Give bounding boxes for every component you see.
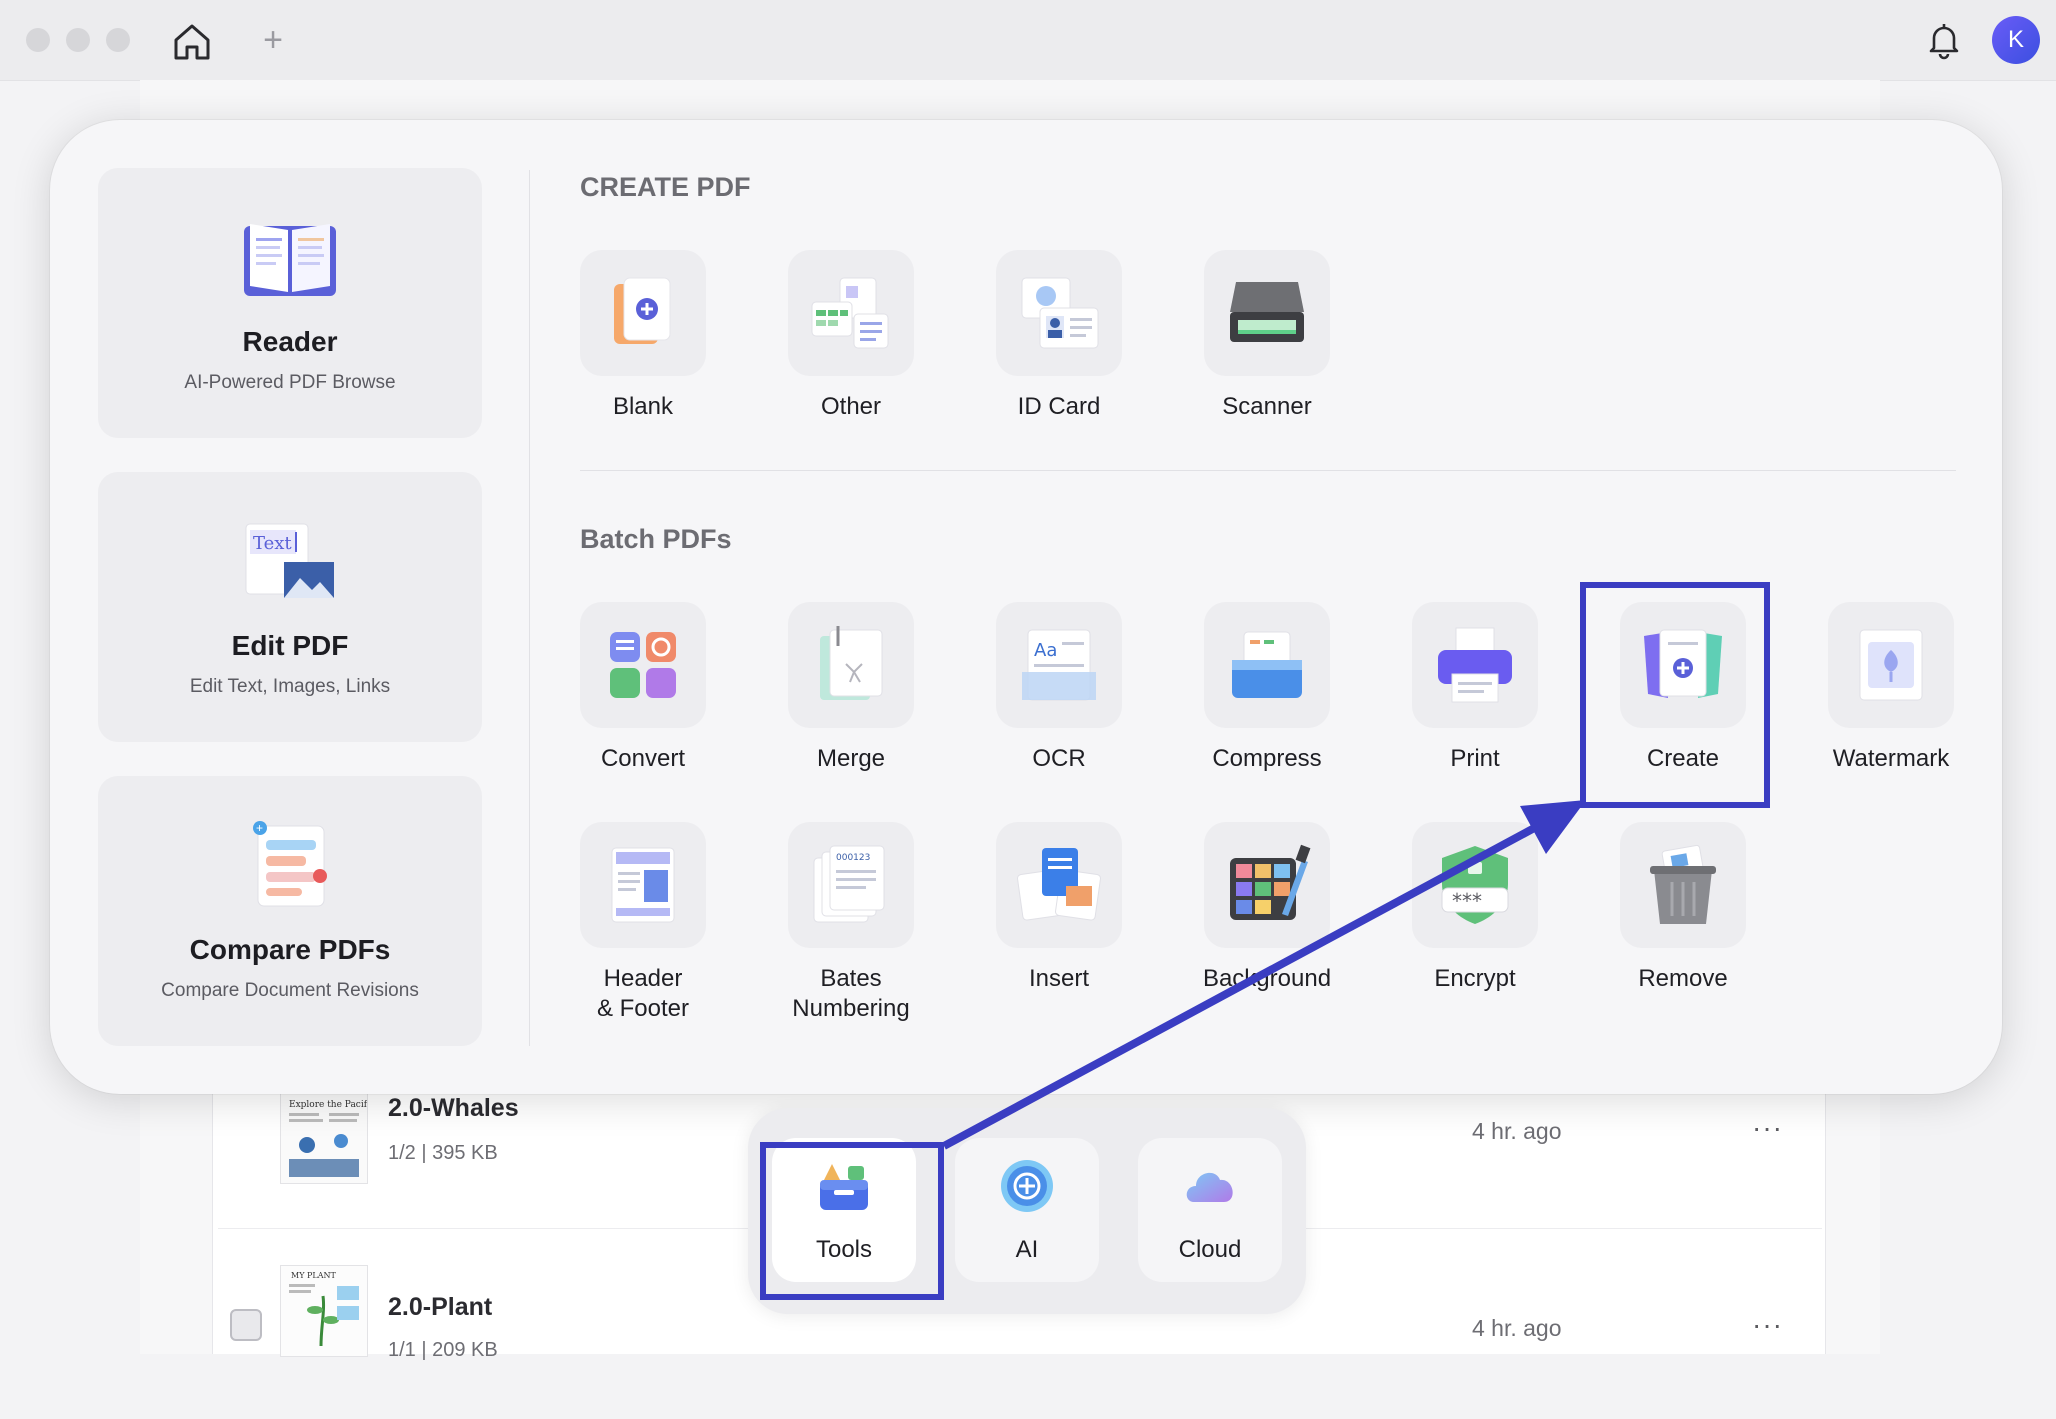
home-icon[interactable] xyxy=(170,20,214,64)
dock-cloud[interactable]: Cloud xyxy=(1138,1138,1282,1282)
card-title: Edit PDF xyxy=(231,630,349,661)
tool-convert[interactable]: Convert xyxy=(558,602,728,782)
file-meta: 1/2 | 395 KB xyxy=(388,1142,498,1164)
tools-highlight-box xyxy=(760,1142,944,1300)
dock-ai[interactable]: AI xyxy=(955,1138,1099,1282)
tool-encrypt[interactable]: *** Encrypt xyxy=(1390,822,1560,1002)
encrypt-icon-text: *** xyxy=(1452,889,1482,913)
tool-label: OCR xyxy=(1032,745,1086,772)
book-icon xyxy=(240,212,340,302)
reader-card[interactable]: Reader AI-Powered PDF Browse xyxy=(98,168,482,438)
compare-icon: + xyxy=(240,820,340,910)
tool-header-footer[interactable]: Header & Footer xyxy=(558,822,728,1022)
encrypt-icon: *** xyxy=(1412,822,1538,948)
batch-pdfs-heading: Batch PDFs xyxy=(580,524,732,554)
svg-text:+: + xyxy=(256,821,263,835)
create-highlight-box xyxy=(1580,582,1770,808)
file-modified-time: 4 hr. ago xyxy=(1472,1315,1562,1341)
remove-icon xyxy=(1620,822,1746,948)
tool-other[interactable]: Other xyxy=(766,250,936,430)
tool-blank[interactable]: Blank xyxy=(558,250,728,430)
tool-ocr[interactable]: Aa OCR xyxy=(974,602,1144,782)
tool-label: Scanner xyxy=(1222,393,1312,420)
tool-compress[interactable]: Compress xyxy=(1182,602,1352,782)
tool-label: Bates Numbering xyxy=(792,965,910,1022)
blank-page-icon xyxy=(580,250,706,376)
background-icon xyxy=(1204,822,1330,948)
tool-label: Merge xyxy=(816,745,886,772)
file-name[interactable]: 2.0-Plant xyxy=(388,1293,492,1322)
window-close-button[interactable] xyxy=(26,28,50,52)
file-thumbnail: Explore the Pacific xyxy=(280,1092,368,1184)
tool-watermark[interactable]: Watermark xyxy=(1806,602,1976,782)
scanner-icon xyxy=(1204,250,1330,376)
bates-numbering-icon: 000123 xyxy=(788,822,914,948)
id-card-icon xyxy=(996,250,1122,376)
tool-remove[interactable]: Remove xyxy=(1598,822,1768,1002)
edit-text-image-icon: Text xyxy=(240,516,340,606)
cloud-icon xyxy=(1186,1172,1233,1202)
edit-pdf-card[interactable]: Text Edit PDF Edit Text, Images, Links xyxy=(98,472,482,742)
tool-merge[interactable]: Merge xyxy=(766,602,936,782)
section-divider xyxy=(580,470,1956,471)
more-options-icon[interactable]: ··· xyxy=(1752,1309,1783,1341)
vertical-divider xyxy=(529,170,530,1046)
title-bar: + K xyxy=(0,0,2056,81)
row-checkbox[interactable] xyxy=(230,1309,262,1341)
tool-label: ID Card xyxy=(1017,393,1101,420)
bell-icon[interactable] xyxy=(1922,18,1966,62)
card-subtitle: AI-Powered PDF Browse xyxy=(184,372,396,393)
bates-icon-text: 000123 xyxy=(836,853,870,863)
tool-id-card[interactable]: ID Card xyxy=(974,250,1144,430)
tool-label: Print xyxy=(1450,745,1500,772)
card-title: Reader xyxy=(242,326,338,357)
file-name[interactable]: 2.0-Whales xyxy=(388,1094,519,1123)
tool-label: Header & Footer xyxy=(596,965,690,1022)
tool-label: Blank xyxy=(612,393,674,420)
header-footer-icon xyxy=(580,822,706,948)
new-tab-plus-icon[interactable]: + xyxy=(258,20,288,60)
print-icon xyxy=(1412,602,1538,728)
tool-label: Insert xyxy=(1028,965,1090,992)
tool-bates-numbering[interactable]: 000123 Bates Numbering xyxy=(766,822,936,1022)
card-subtitle: Compare Document Revisions xyxy=(161,980,419,1001)
card-title: Compare PDFs xyxy=(189,934,391,965)
tool-scanner[interactable]: Scanner xyxy=(1182,250,1352,430)
tool-insert[interactable]: Insert xyxy=(974,822,1144,1002)
convert-icon xyxy=(580,602,706,728)
svg-text:MY PLANT: MY PLANT xyxy=(291,1271,336,1280)
tool-label: Encrypt xyxy=(1434,965,1516,992)
tool-label: Convert xyxy=(600,745,686,772)
tool-label: Other xyxy=(820,393,882,420)
ocr-icon-text: Aa xyxy=(1034,640,1057,661)
tool-background[interactable]: Background xyxy=(1182,822,1352,1002)
dock-label: Cloud xyxy=(1178,1236,1242,1263)
file-modified-time: 4 hr. ago xyxy=(1472,1118,1562,1144)
create-pdf-heading: CREATE PDF xyxy=(580,172,751,202)
avatar[interactable]: K xyxy=(1992,16,2040,64)
insert-icon xyxy=(996,822,1122,948)
compress-icon xyxy=(1204,602,1330,728)
more-options-icon[interactable]: ··· xyxy=(1752,1112,1783,1144)
window-zoom-button[interactable] xyxy=(106,28,130,52)
card-subtitle: Edit Text, Images, Links xyxy=(189,676,391,697)
file-thumbnail: MY PLANT xyxy=(280,1265,368,1357)
tool-print[interactable]: Print xyxy=(1390,602,1560,782)
edit-icon-text: Text xyxy=(253,533,292,554)
ocr-icon: Aa xyxy=(996,602,1122,728)
file-meta: 1/1 | 209 KB xyxy=(388,1339,498,1361)
watermark-icon xyxy=(1828,602,1954,728)
tool-label: Watermark xyxy=(1832,745,1950,772)
tool-label: Compress xyxy=(1212,745,1322,772)
dock-label: AI xyxy=(1015,1236,1039,1263)
svg-text:Explore the Pacific: Explore the Pacific xyxy=(289,1100,367,1110)
window-minimize-button[interactable] xyxy=(66,28,90,52)
compare-pdfs-card[interactable]: + Compare PDFs Compare Document Revision… xyxy=(98,776,482,1046)
ai-icon xyxy=(1001,1160,1053,1212)
tool-label: Background xyxy=(1202,965,1332,992)
other-formats-icon xyxy=(788,250,914,376)
merge-icon xyxy=(788,602,914,728)
tool-label: Remove xyxy=(1638,965,1728,992)
